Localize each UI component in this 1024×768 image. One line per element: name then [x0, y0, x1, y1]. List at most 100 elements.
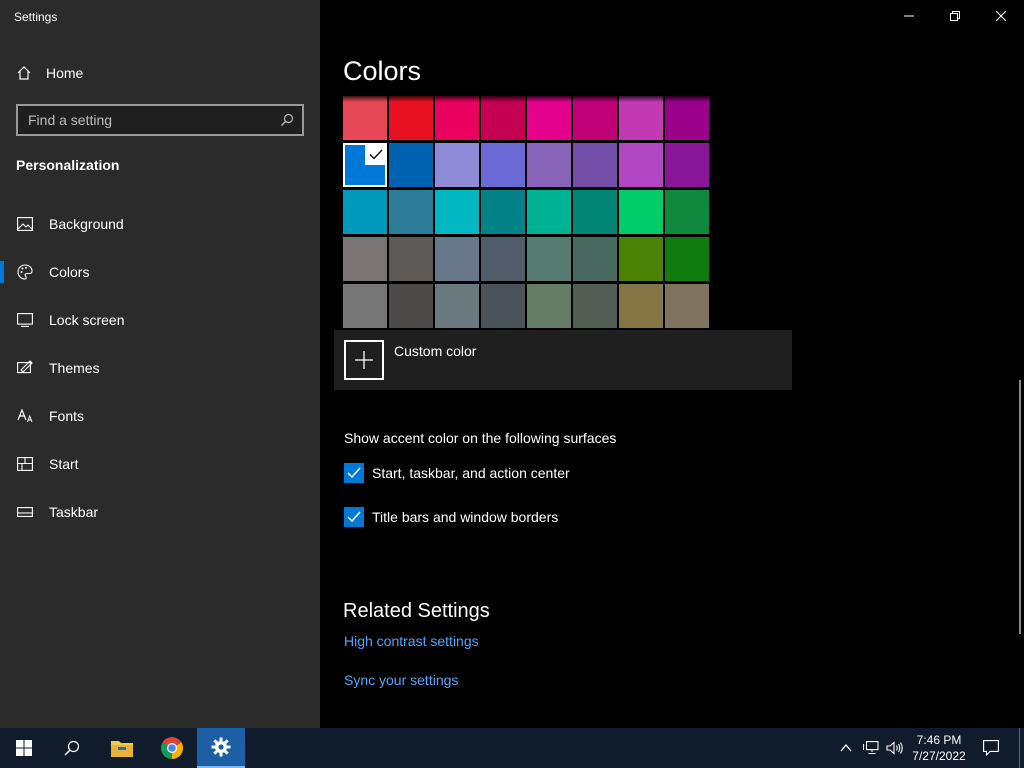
start-button[interactable] [0, 728, 48, 768]
color-swatch[interactable] [435, 237, 479, 281]
lock-screen-icon [17, 312, 33, 328]
color-swatch[interactable] [619, 143, 663, 187]
section-title: Personalization [16, 157, 120, 173]
color-swatch[interactable] [343, 284, 387, 328]
color-swatch[interactable] [481, 143, 525, 187]
sidebar: Settings Home Personalization Background… [0, 0, 320, 728]
nav-item-label: Colors [49, 264, 90, 280]
nav-item-themes[interactable]: Themes [0, 344, 320, 392]
checkbox-checked-icon[interactable] [344, 463, 364, 483]
search-box[interactable] [16, 104, 304, 136]
color-swatch[interactable] [481, 96, 525, 140]
nav-item-label: Themes [49, 360, 100, 376]
show-hidden-icons-button[interactable] [834, 728, 858, 768]
volume-button[interactable] [882, 728, 908, 768]
color-swatch[interactable] [481, 284, 525, 328]
color-swatch[interactable] [665, 237, 709, 281]
color-swatch[interactable] [573, 190, 617, 234]
color-swatch[interactable] [573, 237, 617, 281]
color-swatch[interactable] [665, 96, 709, 140]
nav-item-background[interactable]: Background [0, 200, 320, 248]
color-swatch[interactable] [527, 237, 571, 281]
minimize-icon [904, 11, 914, 21]
nav-item-lock-screen[interactable]: Lock screen [0, 296, 320, 344]
color-swatch[interactable] [435, 96, 479, 140]
color-swatch[interactable] [481, 190, 525, 234]
file-explorer-button[interactable] [98, 728, 146, 768]
nav-item-colors[interactable]: Colors [0, 248, 320, 296]
clock-time: 7:46 PM [916, 733, 962, 747]
network-button[interactable] [858, 728, 884, 768]
color-swatch[interactable] [435, 143, 479, 187]
color-swatch[interactable] [389, 284, 433, 328]
checkbox-checked-icon[interactable] [344, 507, 364, 527]
checkmark-icon [365, 143, 387, 165]
nav-item-start[interactable]: Start [0, 440, 320, 488]
custom-color-label: Custom color [394, 343, 477, 359]
color-swatch[interactable] [619, 190, 663, 234]
clock[interactable]: 7:46 PM 7/27/2022 [906, 732, 972, 764]
nav-item-label: Taskbar [49, 504, 99, 520]
nav-item-fonts[interactable]: Fonts [0, 392, 320, 440]
color-swatch[interactable] [573, 284, 617, 328]
gear-icon [211, 737, 231, 757]
color-swatch[interactable] [665, 284, 709, 328]
search-input[interactable] [28, 112, 280, 128]
color-swatch[interactable] [619, 96, 663, 140]
themes-icon [17, 360, 33, 376]
surfaces-title: Show accent color on the following surfa… [344, 430, 617, 446]
sync-settings-link[interactable]: Sync your settings [344, 672, 458, 688]
high-contrast-link[interactable]: High contrast settings [344, 633, 479, 649]
related-settings-title: Related Settings [343, 600, 490, 622]
action-center-button[interactable] [968, 728, 1014, 768]
color-swatch[interactable] [389, 143, 433, 187]
color-swatch[interactable] [527, 190, 571, 234]
network-icon [863, 741, 879, 755]
settings-taskbar-button[interactable] [197, 728, 245, 768]
color-swatch[interactable] [389, 237, 433, 281]
color-swatch[interactable] [527, 284, 571, 328]
home-icon [16, 65, 32, 81]
color-swatch[interactable] [389, 190, 433, 234]
color-swatch[interactable] [527, 96, 571, 140]
speaker-icon [886, 741, 904, 755]
palette-icon [17, 264, 33, 280]
color-swatch-grid [343, 96, 709, 328]
color-swatch[interactable] [435, 190, 479, 234]
windows-logo-icon [16, 740, 32, 756]
restore-icon [950, 11, 960, 21]
folder-icon [110, 738, 134, 758]
color-swatch[interactable] [435, 284, 479, 328]
nav-item-taskbar[interactable]: Taskbar [0, 488, 320, 536]
search-icon[interactable] [280, 113, 294, 127]
checkbox-start-taskbar[interactable]: Start, taskbar, and action center [344, 463, 570, 483]
color-swatch[interactable] [343, 143, 387, 187]
restore-button[interactable] [932, 0, 978, 32]
color-swatch[interactable] [573, 143, 617, 187]
color-swatch[interactable] [343, 96, 387, 140]
nav-item-label: Fonts [49, 408, 85, 424]
clock-date: 7/27/2022 [912, 749, 966, 763]
color-swatch[interactable] [527, 143, 571, 187]
color-swatch[interactable] [573, 96, 617, 140]
color-swatch[interactable] [343, 190, 387, 234]
color-swatch[interactable] [665, 190, 709, 234]
taskbar: 7:46 PM 7/27/2022 [0, 728, 1024, 768]
chrome-icon [160, 736, 184, 760]
minimize-button[interactable] [886, 0, 932, 32]
color-swatch[interactable] [665, 143, 709, 187]
checkbox-title-bars[interactable]: Title bars and window borders [344, 507, 558, 527]
color-swatch[interactable] [389, 96, 433, 140]
scrollbar[interactable] [1019, 380, 1021, 634]
custom-color-button[interactable]: Custom color [334, 330, 792, 390]
app-title: Settings [14, 10, 58, 24]
color-swatch[interactable] [619, 237, 663, 281]
page-title: Colors [343, 56, 422, 86]
home-nav-item[interactable]: Home [16, 62, 83, 84]
taskbar-search-button[interactable] [48, 728, 96, 768]
color-swatch[interactable] [343, 237, 387, 281]
close-button[interactable] [978, 0, 1024, 32]
color-swatch[interactable] [481, 237, 525, 281]
chrome-button[interactable] [148, 728, 196, 768]
color-swatch[interactable] [619, 284, 663, 328]
